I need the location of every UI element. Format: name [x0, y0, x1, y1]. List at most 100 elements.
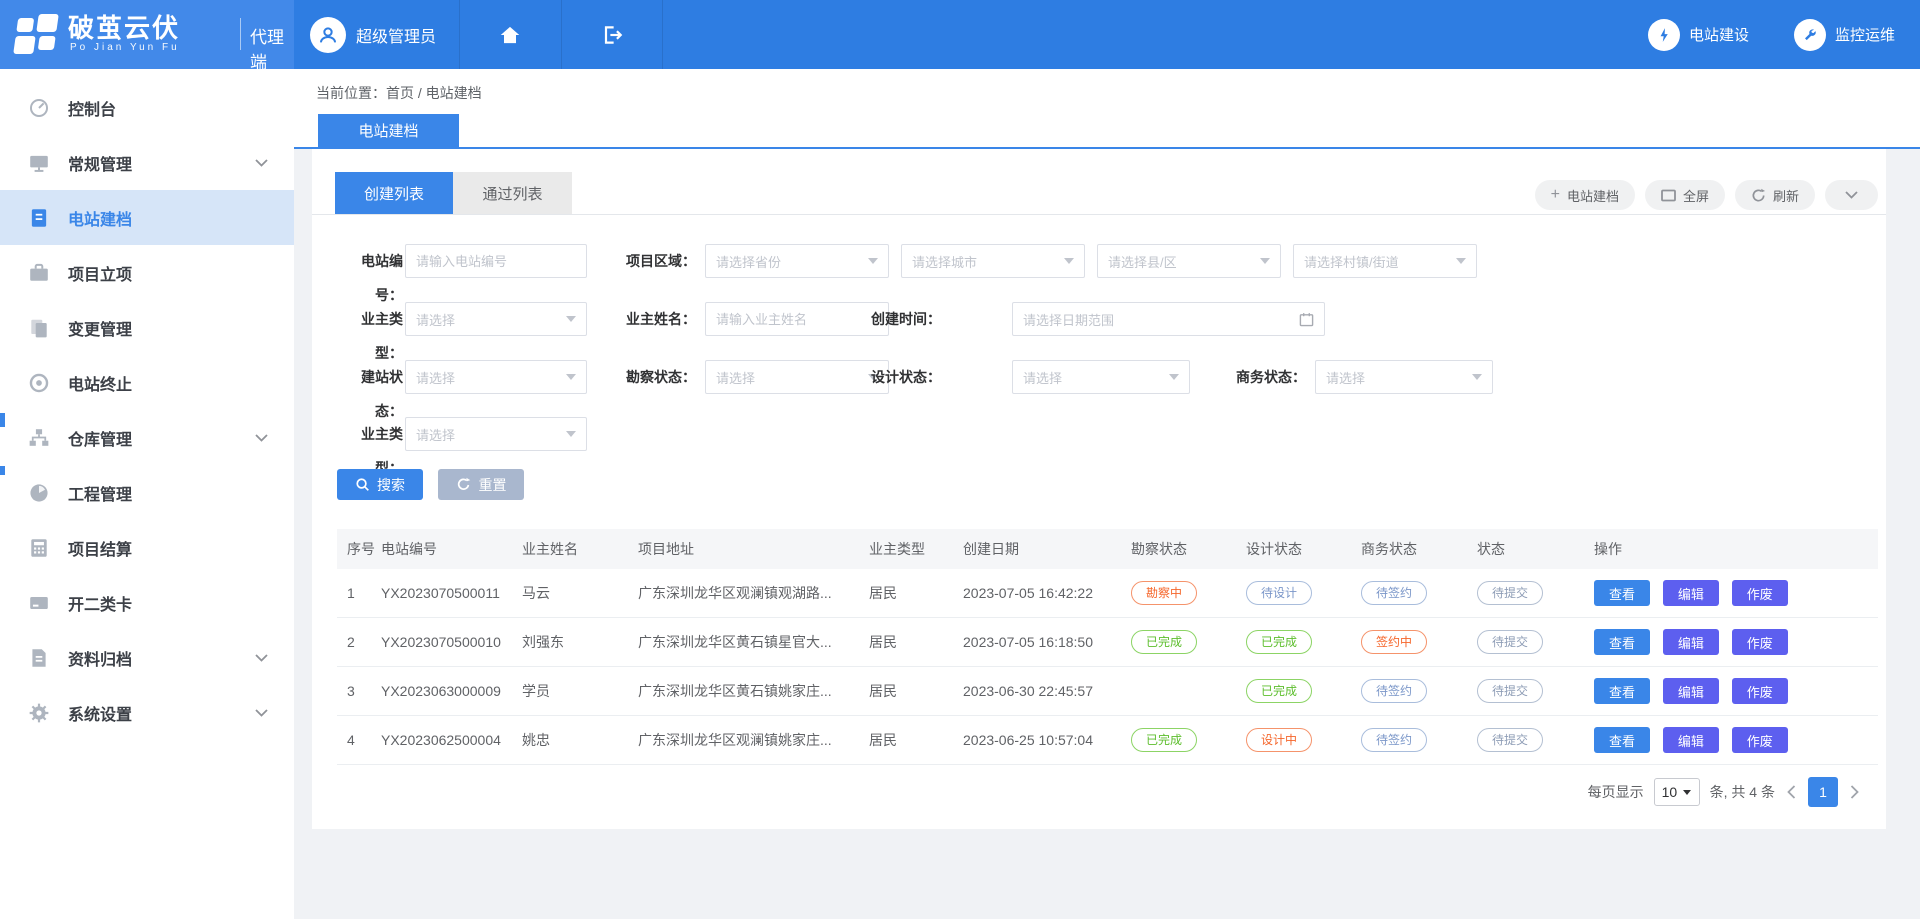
fullscreen-button[interactable]: 全屏	[1645, 180, 1725, 210]
build-status-select[interactable]: 请选择	[405, 360, 587, 394]
owner-type2-select[interactable]: 请选择	[405, 417, 587, 451]
cell-owner-type: 居民	[869, 681, 963, 701]
sidebar-item-engineering-mgmt[interactable]: 工程管理	[0, 465, 294, 520]
town-select[interactable]: 请选择村镇/街道	[1293, 244, 1477, 278]
survey-status-label: 勘察状态：	[608, 360, 696, 394]
copy-files-icon	[28, 317, 50, 339]
user-menu[interactable]: 超级管理员	[296, 0, 459, 69]
sidebar-item-console[interactable]: 控制台	[0, 80, 294, 135]
cell-station-code: YX2023070500010	[381, 634, 522, 650]
person-icon	[316, 23, 340, 47]
sidebar-item-label: 工程管理	[68, 481, 132, 505]
cell-owner-name: 学员	[522, 681, 638, 701]
page-tab-station-archive[interactable]: 电站建档	[318, 114, 459, 147]
search-button[interactable]: 搜索	[337, 469, 423, 500]
tab-passed-list[interactable]: 通过列表	[453, 172, 572, 214]
table-header: 序号 电站编号 业主姓名 项目地址 业主类型 创建日期 勘察状态 设计状态 商务…	[337, 529, 1878, 569]
sidebar-item-station-archive[interactable]: 电站建档	[0, 190, 294, 245]
per-page-select[interactable]: 10	[1654, 778, 1700, 806]
view-button[interactable]: 查看	[1594, 678, 1650, 704]
sidebar-item-project-settlement[interactable]: 项目结算	[0, 520, 294, 575]
business-status-select[interactable]: 请选择	[1315, 360, 1493, 394]
nav-monitoring-ops[interactable]: 监控运维	[1794, 0, 1895, 69]
date-range-input[interactable]: 请选择日期范围	[1012, 302, 1325, 336]
filter-row: 业主类型： 请选择	[337, 417, 1886, 451]
toolbar: + 电站建档 全屏 刷新	[1535, 180, 1878, 210]
col-header: 序号	[337, 539, 381, 559]
cell-owner-type: 居民	[869, 583, 963, 603]
void-button[interactable]: 作废	[1732, 727, 1788, 753]
breadcrumb-path[interactable]: 首页 / 电站建档	[386, 85, 482, 101]
content-card: 创建列表 通过列表 + 电站建档 全屏 刷新	[312, 149, 1886, 829]
breadcrumb-bar: 当前位置：首页 / 电站建档 电站建档	[294, 69, 1920, 149]
chevron-down-icon	[255, 159, 268, 167]
add-station-button[interactable]: + 电站建档	[1535, 180, 1635, 210]
owner-type-select[interactable]: 请选择	[405, 302, 587, 336]
col-header: 业主类型	[869, 539, 963, 559]
briefcase-icon	[28, 262, 50, 284]
tab-create-list[interactable]: 创建列表	[335, 172, 453, 214]
lightning-icon	[1648, 19, 1680, 51]
view-button[interactable]: 查看	[1594, 629, 1650, 655]
cell-no: 1	[337, 585, 381, 601]
sidebar-item-label: 控制台	[68, 96, 116, 120]
circle-dot-icon	[28, 372, 50, 394]
view-button[interactable]: 查看	[1594, 580, 1650, 606]
caret-down-icon	[1260, 258, 1270, 264]
cell-owner-name: 刘强东	[522, 632, 638, 652]
sidebar-item-label: 系统设置	[68, 701, 132, 725]
caret-down-icon	[566, 431, 576, 437]
sidebar-item-project-initiation[interactable]: 项目立项	[0, 245, 294, 300]
brand-logo[interactable]: 破茧云伏 Po Jian Yun Fu 代理端	[0, 0, 294, 69]
col-header: 业主姓名	[522, 539, 638, 559]
sidebar-item-open-card[interactable]: 开二类卡	[0, 575, 294, 630]
nav-station-construction[interactable]: 电站建设	[1648, 0, 1749, 69]
chevron-down-icon	[1845, 191, 1858, 199]
reset-button[interactable]: 重置	[438, 469, 524, 500]
sidebar-item-label: 项目结算	[68, 536, 132, 560]
cell-owner-name: 马云	[522, 583, 638, 603]
sidebar-item-general-mgmt[interactable]: 常规管理	[0, 135, 294, 190]
county-select[interactable]: 请选择县/区	[1097, 244, 1281, 278]
sidebar-item-change-mgmt[interactable]: 变更管理	[0, 300, 294, 355]
sidebar-item-warehouse-mgmt[interactable]: 仓库管理	[0, 410, 294, 465]
void-button[interactable]: 作废	[1732, 678, 1788, 704]
collapse-toolbar-button[interactable]	[1825, 180, 1878, 210]
prev-page-button[interactable]	[1785, 785, 1798, 799]
sidebar-item-system-settings[interactable]: 系统设置	[0, 685, 294, 740]
cell-address: 广东深圳龙华区观澜镇观湖路...	[638, 583, 869, 603]
sidebar-item-data-archive[interactable]: 资料归档	[0, 630, 294, 685]
void-button[interactable]: 作废	[1732, 629, 1788, 655]
per-page-label: 每页显示	[1588, 782, 1644, 802]
view-button[interactable]: 查看	[1594, 727, 1650, 753]
wrench-icon	[1794, 19, 1826, 51]
cell-created-date: 2023-06-25 10:57:04	[963, 732, 1131, 748]
monitor-icon	[28, 152, 50, 174]
edit-button[interactable]: 编辑	[1663, 580, 1719, 606]
business-status-badge: 待签约	[1361, 679, 1427, 703]
fullscreen-label: 全屏	[1683, 186, 1709, 205]
business-status-badge: 签约中	[1361, 630, 1427, 654]
station-code-input[interactable]	[405, 244, 587, 278]
document-icon	[28, 647, 50, 669]
col-header: 操作	[1594, 539, 1878, 559]
sidebar-item-label: 变更管理	[68, 316, 132, 340]
void-button[interactable]: 作废	[1732, 580, 1788, 606]
search-icon	[355, 477, 370, 492]
next-page-button[interactable]	[1848, 785, 1861, 799]
page-number-button[interactable]: 1	[1808, 777, 1838, 807]
edit-button[interactable]: 编辑	[1663, 678, 1719, 704]
logout-button[interactable]	[562, 0, 662, 69]
city-select[interactable]: 请选择城市	[901, 244, 1085, 278]
edit-button[interactable]: 编辑	[1663, 727, 1719, 753]
edit-button[interactable]: 编辑	[1663, 629, 1719, 655]
design-status-select[interactable]: 请选择	[1012, 360, 1190, 394]
home-button[interactable]	[460, 0, 560, 69]
filter-actions: 搜索 重置	[337, 469, 524, 500]
sidebar-item-station-termination[interactable]: 电站终止	[0, 355, 294, 410]
province-select[interactable]: 请选择省份	[705, 244, 889, 278]
refresh-button[interactable]: 刷新	[1735, 180, 1815, 210]
cell-created-date: 2023-06-30 22:45:57	[963, 683, 1131, 699]
cell-no: 3	[337, 683, 381, 699]
gear-icon	[28, 702, 50, 724]
